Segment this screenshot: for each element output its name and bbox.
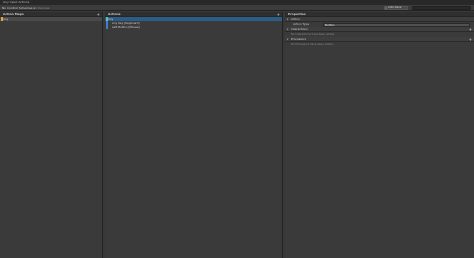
action-maps-pane: Action Maps + Any	[0, 12, 103, 258]
action-map-item[interactable]: Any	[0, 17, 102, 21]
interactions-section-header[interactable]: ▾ Interactions +	[285, 27, 474, 32]
actions-pane: Actions + Any Any Key [Keyboard] Left Bu…	[105, 12, 283, 258]
action-type-label: Action Type	[293, 22, 310, 26]
checkbox-icon	[385, 7, 387, 9]
binding-label: Left Button [Mouse]	[112, 25, 140, 29]
properties-pane: Properties ▾ Action Action Type Button ▾…	[285, 12, 474, 258]
action-type-dropdown[interactable]: Button	[323, 22, 470, 27]
input-actions-window: Any Input Actions No Control Schemes▾ Al…	[0, 0, 474, 258]
auto-save-toggle[interactable]: Auto-Save	[384, 6, 408, 10]
auto-save-label: Auto-Save	[388, 6, 402, 9]
devices-dropdown[interactable]: All Devices	[33, 5, 50, 11]
control-scheme-label: No Control Schemes	[2, 6, 33, 10]
window-title: Any Input Actions	[3, 0, 30, 4]
processors-empty-text: No Processors have been added.	[291, 43, 334, 46]
action-maps-title: Action Maps	[3, 12, 24, 16]
action-map-color-icon	[1, 17, 3, 21]
processors-section-header[interactable]: ▾ Processors +	[285, 37, 474, 42]
foldout-arrow-icon: ▾	[287, 28, 289, 31]
devices-label: All Devices	[33, 6, 50, 10]
binding-item[interactable]: Left Button [Mouse]	[105, 25, 282, 29]
action-type-value: Button	[325, 22, 335, 27]
interactions-section-label: Interactions	[291, 27, 308, 31]
search-input[interactable]	[412, 6, 471, 10]
control-scheme-dropdown[interactable]: No Control Schemes▾	[2, 5, 35, 12]
properties-title: Properties	[288, 12, 306, 16]
actions-title: Actions	[108, 12, 121, 16]
foldout-arrow-icon: ▾	[287, 38, 289, 41]
action-map-label: Any	[3, 17, 9, 21]
binding-color-icon	[106, 25, 108, 29]
processors-section-label: Processors	[291, 37, 306, 41]
add-interaction-icon[interactable]: +	[469, 27, 472, 32]
add-processor-icon[interactable]: +	[469, 37, 472, 42]
action-section-label: Action	[291, 17, 300, 21]
toolbar: No Control Schemes▾ All Devices Auto-Sav…	[0, 5, 474, 11]
